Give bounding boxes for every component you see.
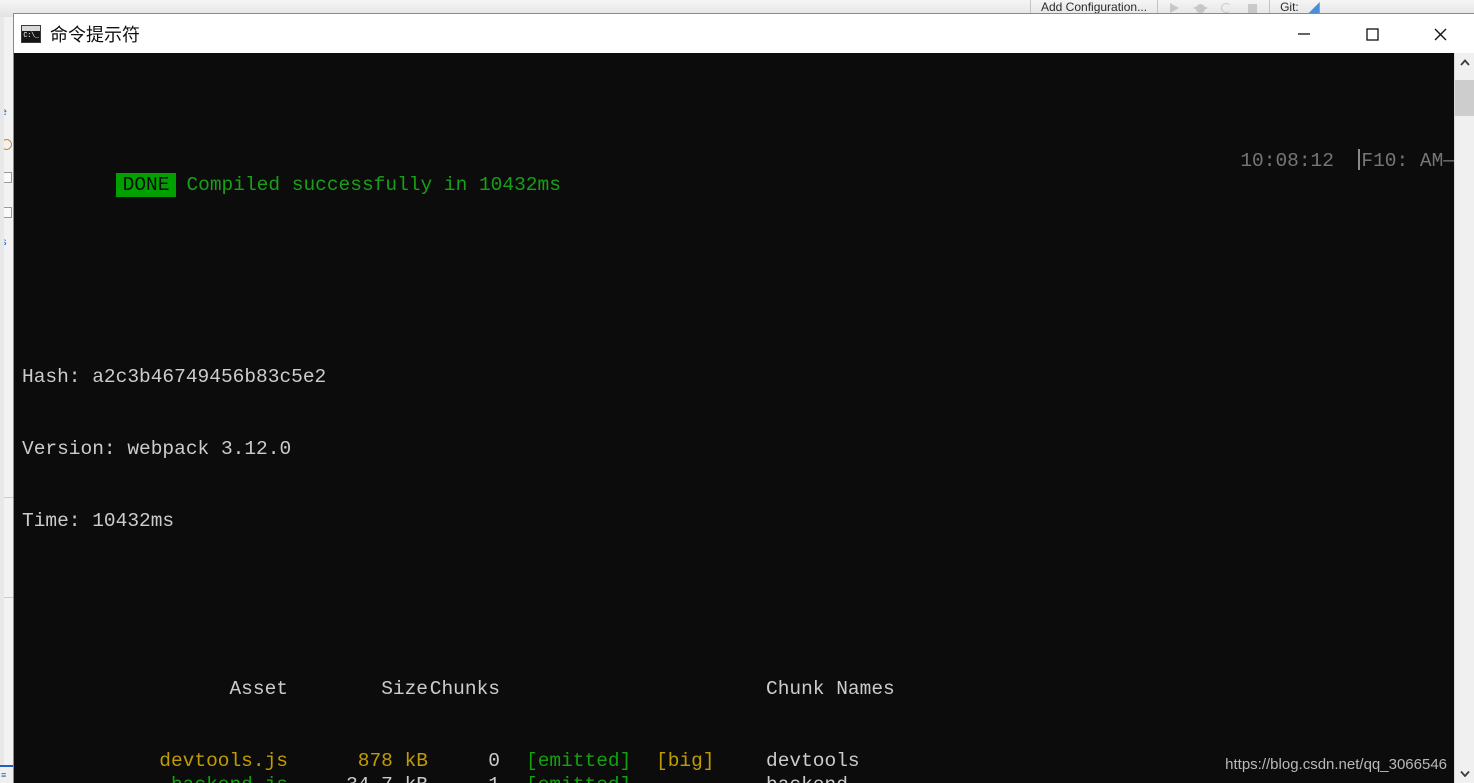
status-badge: DONE [115, 173, 177, 197]
scrollbar-thumb[interactable] [1455, 80, 1474, 116]
terminal-scrollbar[interactable] [1454, 53, 1474, 783]
window-controls [1270, 14, 1474, 53]
screen: Add Configuration... Git: e s ≡ C:\_ 命令提… [0, 0, 1474, 783]
scrollbar-up-arrow-icon[interactable] [1455, 53, 1474, 72]
version-value: webpack 3.12.0 [127, 438, 292, 460]
header-chunk-names: Chunk Names [766, 678, 895, 700]
ide-window-edge [0, 17, 4, 783]
header-emitted [500, 677, 646, 701]
cell-big-1 [646, 773, 766, 783]
watermark-url: https://blog.csdn.net/qq_3066546 [1225, 756, 1447, 773]
cell-chunk-name-0: devtools [766, 750, 860, 772]
cell-asset-0: devtools.js [159, 750, 288, 772]
cell-emitted-1: [emitted] [500, 773, 646, 783]
table-header-row: Asset Size Chunks Chunk Names [22, 677, 1455, 701]
cell-emitted-0: [emitted] [526, 750, 632, 772]
maximize-button[interactable] [1338, 14, 1406, 53]
minimize-button[interactable] [1270, 14, 1338, 53]
close-button[interactable] [1406, 14, 1474, 53]
scrollbar-down-arrow-icon[interactable] [1455, 764, 1474, 783]
command-prompt-window: 命令提示符 [14, 14, 1474, 783]
status-trailing: F10: AM— [1361, 150, 1455, 172]
hash-line: Hash: a2c3b46749456b83c5e2 [14, 365, 1455, 389]
window-title: 命令提示符 [50, 24, 140, 46]
cell-chunks-0: 0 [488, 750, 500, 772]
header-chunks: Chunks [429, 678, 500, 700]
maximize-icon [1366, 27, 1379, 41]
header-big [646, 677, 766, 701]
cell-size-1: 34.7 kB [288, 773, 428, 783]
header-asset: Asset [229, 678, 288, 700]
status-time-area: 10:08:12 F10: AM— [1240, 149, 1455, 173]
header-size: Size [381, 678, 428, 700]
hash-label: Hash: [22, 366, 81, 388]
terminal-output[interactable]: DONE Compiled successfully in 10432ms 10:… [14, 53, 1455, 783]
version-line: Version: webpack 3.12.0 [14, 437, 1455, 461]
minimize-icon [1298, 32, 1310, 35]
cell-chunks-1: 1 [428, 773, 500, 783]
cell-size-0: 878 kB [357, 750, 428, 772]
status-message: Compiled successfully in 10432ms [186, 174, 561, 196]
version-label: Version: [22, 438, 116, 460]
time-value: 10432ms [92, 510, 175, 532]
time-line: Time: 10432ms [14, 509, 1455, 533]
cmd-prompt-icon [21, 24, 41, 43]
status-time: 10:08:12 [1240, 150, 1334, 172]
time-label: Time: [22, 510, 81, 532]
build-status-line: DONE Compiled successfully in 10432ms 10:… [14, 149, 1455, 197]
hash-value: a2c3b46749456b83c5e2 [92, 366, 327, 388]
titlebar-left: 命令提示符 [14, 21, 1270, 47]
close-icon [1434, 28, 1447, 40]
cell-big-0: [big] [656, 750, 715, 772]
window-titlebar[interactable]: 命令提示符 [14, 14, 1474, 53]
cell-asset-1: backend.js [22, 773, 288, 783]
cell-chunk-name-1: backend [766, 773, 848, 783]
